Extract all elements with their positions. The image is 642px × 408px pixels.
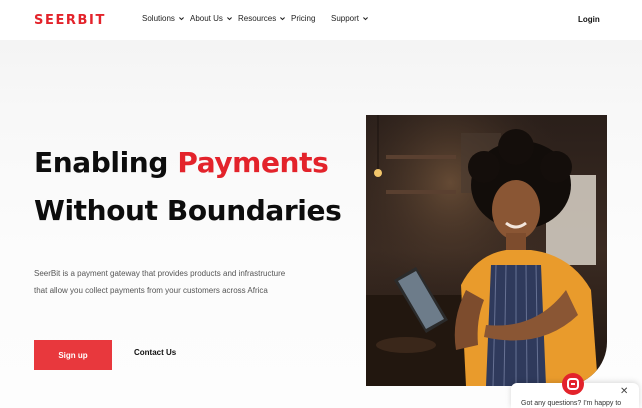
nav-label: Solutions — [142, 14, 175, 23]
nav-label: Pricing — [291, 14, 316, 23]
nav-item-about-us[interactable]: About Us — [190, 14, 233, 23]
hero-photo — [366, 115, 607, 386]
headline-highlight: Payments — [177, 146, 329, 179]
nav-label: Support — [331, 14, 360, 23]
close-icon[interactable]: ✕ — [620, 387, 630, 397]
seerbit-mark-icon — [567, 378, 579, 390]
chat-logo-icon[interactable] — [562, 373, 584, 395]
top-navbar: SEERBIT Solutions About Us Resources Pri… — [0, 0, 642, 40]
nav-label: Resources — [238, 14, 277, 23]
woman-with-tablet-illustration — [366, 115, 607, 386]
chevron-down-icon — [363, 17, 369, 21]
login-link[interactable]: Login — [578, 15, 600, 24]
nav-item-resources[interactable]: Resources — [238, 14, 286, 23]
chat-message: Got any questions? I'm happy to — [521, 400, 622, 407]
chevron-down-icon — [280, 17, 286, 21]
hero-description: SeerBit is a payment gateway that provid… — [34, 269, 286, 295]
contact-us-button[interactable]: Contact Us — [134, 348, 176, 357]
seerbit-logo[interactable]: SEERBIT — [34, 12, 106, 28]
signup-button[interactable]: Sign up — [34, 340, 112, 370]
logo-text: SEERBIT — [34, 12, 106, 28]
nav-label: About Us — [190, 14, 223, 23]
headline-text: Enabling — [34, 146, 178, 179]
headline-line-2: Without Boundaries — [34, 194, 342, 227]
headline-line-1: Enabling Payments — [34, 146, 329, 179]
chevron-down-icon — [226, 17, 232, 21]
nav-item-pricing[interactable]: Pricing — [291, 14, 315, 23]
nav-item-support[interactable]: Support — [331, 14, 369, 23]
chevron-down-icon — [178, 17, 184, 21]
nav-item-solutions[interactable]: Solutions — [142, 14, 185, 23]
